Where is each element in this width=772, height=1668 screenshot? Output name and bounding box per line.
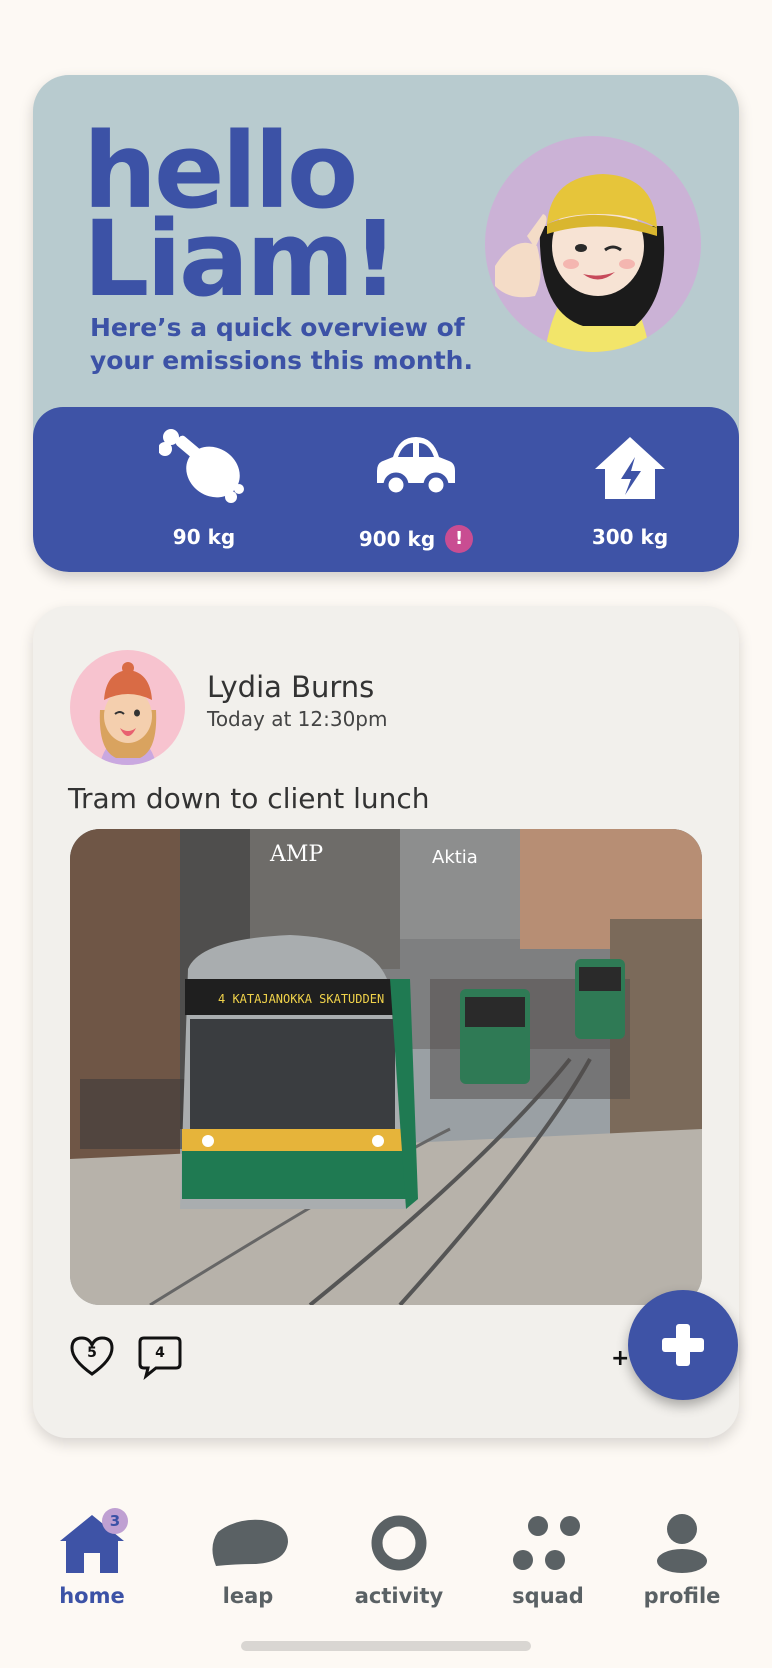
comment-count: 4 <box>155 1345 165 1361</box>
nav-activity[interactable]: activity <box>329 1508 469 1608</box>
emissions-overview-card: hello Liam! Here’s a quick overview of y… <box>33 75 739 572</box>
feed-post-card: Lydia Burns Today at 12:30pm Tram down t… <box>33 606 739 1438</box>
drumstick-icon <box>159 429 244 503</box>
nav-activity-label: activity <box>354 1584 444 1608</box>
nav-leap[interactable]: leap <box>178 1508 318 1608</box>
activity-ring-icon <box>371 1515 427 1571</box>
nav-leap-label: leap <box>222 1584 274 1608</box>
home-energy-emissions-stat[interactable]: 300 kg <box>530 427 730 549</box>
user-avatar[interactable] <box>485 136 701 352</box>
food-emissions-stat[interactable]: 90 kg <box>104 427 304 549</box>
nav-home-label: home <box>59 1584 125 1608</box>
add-activity-button[interactable] <box>628 1290 738 1400</box>
store-sign: AMP <box>269 842 323 867</box>
overview-subtitle: Here’s a quick overview of your emission… <box>90 313 473 375</box>
nav-profile-label: profile <box>643 1584 721 1608</box>
transport-emissions-stat[interactable]: 900 kg ! <box>316 427 516 553</box>
food-emissions-value: 90 kg <box>172 525 236 549</box>
alert-icon[interactable]: ! <box>445 525 474 553</box>
nav-squad-label: squad <box>512 1584 584 1608</box>
transport-emissions-value: 900 kg <box>358 527 436 551</box>
building-sign: Aktia <box>432 847 478 868</box>
post-photo[interactable]: Aktia AMP 4 KATAJANOKKA SKATUDDEN <box>70 829 702 1305</box>
squad-dots-icon <box>513 1516 580 1570</box>
profile-icon <box>657 1514 707 1573</box>
add-reaction-button[interactable]: + <box>611 1346 629 1371</box>
post-timestamp: Today at 12:30pm <box>207 707 388 731</box>
like-count: 5 <box>87 1345 97 1361</box>
bottom-nav: 3 home leap activity squad profile <box>0 1458 772 1668</box>
nav-home[interactable]: 3 home <box>22 1508 162 1608</box>
house-bolt-icon <box>595 437 665 499</box>
home-indicator[interactable] <box>241 1641 531 1651</box>
greeting-name: Liam! <box>83 198 399 320</box>
post-reactions: 5 4 <box>68 1332 184 1380</box>
tram-destination-sign: 4 KATAJANOKKA SKATUDDEN <box>218 992 384 1006</box>
comment-button[interactable]: 4 <box>136 1332 184 1380</box>
home-notification-badge: 3 <box>102 1508 128 1534</box>
author-avatar[interactable] <box>70 650 185 765</box>
emissions-stats-bar: 90 kg 900 kg ! 300 kg <box>33 407 739 572</box>
plus-icon <box>662 1324 704 1366</box>
nav-profile[interactable]: profile <box>612 1508 752 1608</box>
author-name[interactable]: Lydia Burns <box>207 670 374 704</box>
home-energy-emissions-value: 300 kg <box>591 525 669 549</box>
leap-icon <box>212 1519 288 1566</box>
post-caption: Tram down to client lunch <box>68 782 430 815</box>
car-icon <box>377 437 455 498</box>
like-button[interactable]: 5 <box>68 1332 116 1380</box>
nav-squad[interactable]: squad <box>478 1508 618 1608</box>
